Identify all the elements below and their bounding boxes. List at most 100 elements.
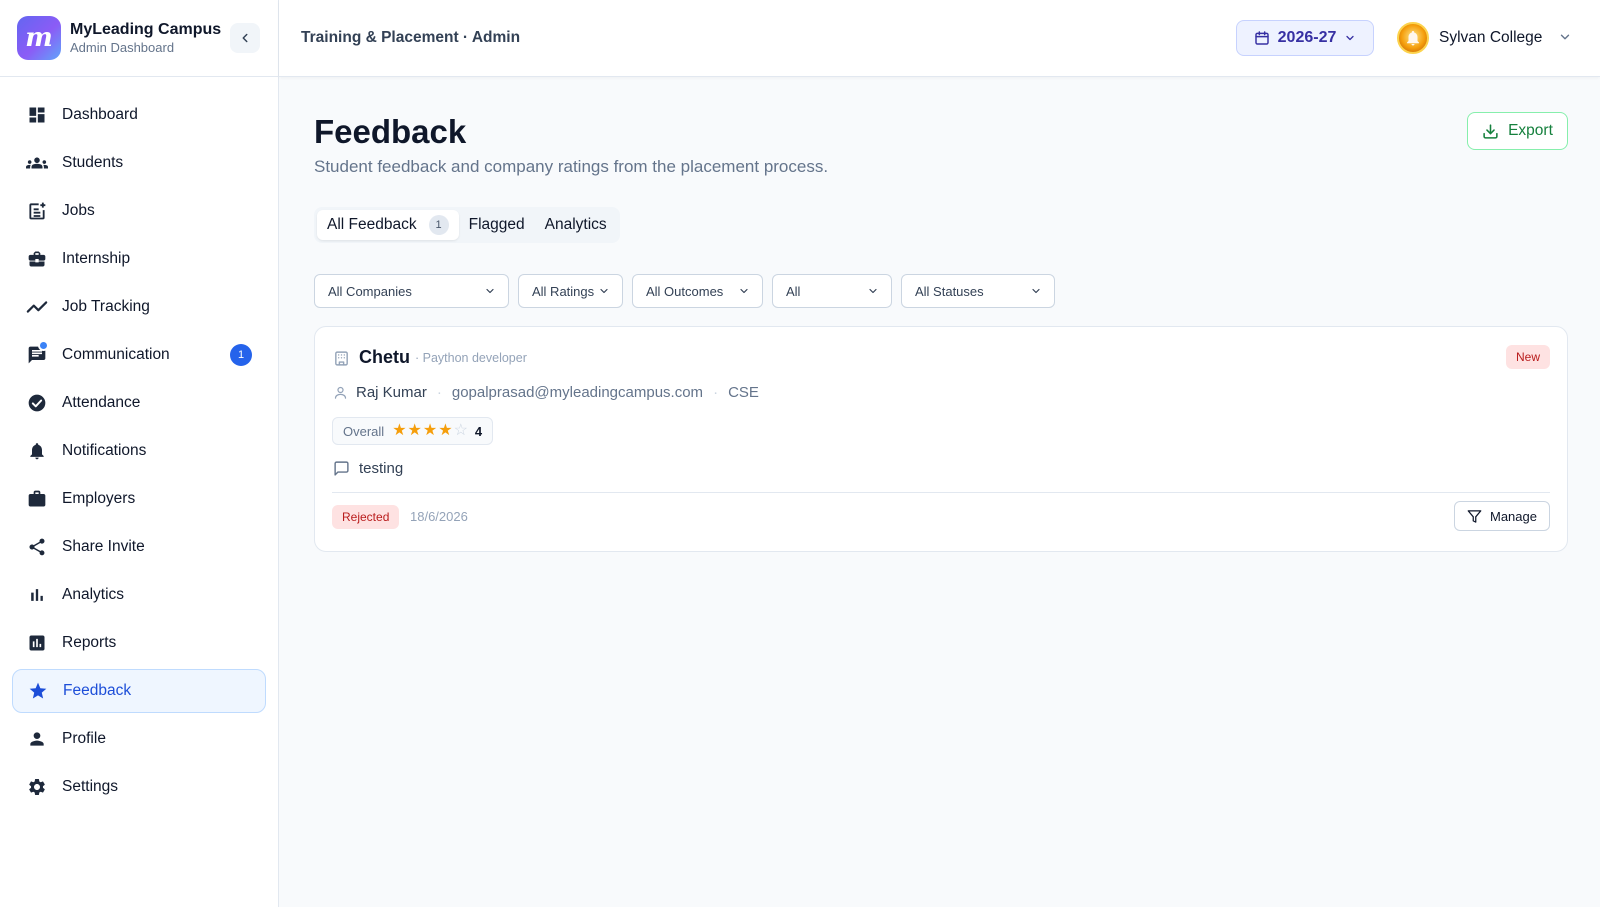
building-icon: [335, 351, 348, 366]
sidebar-item-analytics[interactable]: Analytics: [12, 573, 266, 617]
feedback-card: Chetu · Paython developer New Raj Kumar …: [314, 326, 1568, 552]
sidebar-item-label: Settings: [62, 778, 119, 795]
sidebar-item-reports[interactable]: Reports: [12, 621, 266, 665]
share-icon: [26, 536, 48, 558]
gear-icon: [26, 776, 48, 798]
user-icon: [334, 386, 347, 399]
sidebar-item-label: Reports: [62, 634, 117, 651]
sidebar-item-label: Employers: [62, 490, 136, 507]
sidebar-item-job-tracking[interactable]: Job Tracking: [12, 285, 266, 329]
rating-label: Overall: [343, 423, 385, 439]
page-subtitle: Student feedback and company ratings fro…: [314, 157, 829, 176]
status-filter-select[interactable]: All Statuses: [901, 274, 1055, 308]
app-logo: m: [17, 16, 61, 60]
sidebar-item-label: Attendance: [62, 394, 141, 411]
manage-button[interactable]: Manage: [1454, 501, 1550, 531]
select-value: All Statuses: [915, 283, 984, 299]
star-filled-icon: ★: [407, 422, 422, 439]
separator-dot: ·: [436, 384, 442, 401]
collapse-sidebar-button[interactable]: [230, 23, 260, 53]
chevron-down-icon: [1032, 288, 1040, 294]
sidebar-item-label: Feedback: [63, 682, 132, 699]
export-label: Export: [1508, 122, 1553, 139]
college-emblem-icon: [1407, 30, 1419, 46]
sidebar-item-label: Communication: [62, 346, 170, 363]
attendance-icon: [26, 392, 48, 414]
sidebar-item-communication[interactable]: Communication 1: [12, 333, 266, 377]
feedback-tabs: All Feedback 1 Flagged Analytics: [314, 207, 620, 243]
chevron-down-icon: [869, 288, 877, 294]
select-value: All Outcomes: [646, 283, 724, 299]
page-title: Feedback: [314, 113, 467, 150]
chevron-down-icon[interactable]: [1558, 30, 1572, 44]
star-filled-icon: ★: [438, 422, 453, 439]
sidebar-item-label: Job Tracking: [62, 298, 150, 315]
company-filter-select[interactable]: All Companies: [314, 274, 509, 308]
manage-label: Manage: [1490, 508, 1537, 524]
students-icon: [26, 152, 48, 174]
sidebar-item-label: Analytics: [62, 586, 125, 603]
sidebar-item-internship[interactable]: Internship: [12, 237, 266, 281]
sidebar-item-notifications[interactable]: Notifications: [12, 429, 266, 473]
export-button[interactable]: Export: [1467, 112, 1568, 150]
person-icon: [26, 728, 48, 750]
filter-bar: All Companies All Ratings All Outcomes A…: [314, 274, 1064, 308]
tab-label: Analytics: [544, 216, 607, 233]
sidebar-item-settings[interactable]: Settings: [12, 765, 266, 809]
unread-dot: [38, 340, 49, 351]
outcome-filter-select[interactable]: All Outcomes: [632, 274, 763, 308]
new-badge: New: [1505, 345, 1550, 369]
sidebar-item-label: Notifications: [62, 442, 147, 459]
jobs-icon: [26, 200, 48, 222]
tab-label: All Feedback: [327, 216, 417, 233]
chevron-left-icon: [242, 33, 248, 43]
tab-flagged[interactable]: Flagged: [459, 210, 535, 240]
card-divider: [332, 492, 1550, 493]
rating-filter-select[interactable]: All Ratings: [518, 274, 623, 308]
brand: m MyLeading Campus Admin Dashboard: [0, 0, 278, 77]
sidebar-item-students[interactable]: Students: [12, 141, 266, 185]
sidebar-item-dashboard[interactable]: Dashboard: [12, 93, 266, 137]
bell-icon: [26, 440, 48, 462]
job-role: · Paython developer: [415, 351, 527, 365]
tab-all-feedback[interactable]: All Feedback 1: [317, 210, 459, 240]
select-value: All Companies: [328, 283, 412, 299]
select-value: All: [786, 283, 801, 299]
select-value: All Ratings: [532, 283, 595, 299]
sidebar-item-label: Internship: [62, 250, 131, 267]
download-icon: [1483, 123, 1498, 139]
college-avatar[interactable]: [1397, 22, 1429, 54]
feedback-date: 18/6/2026: [410, 509, 468, 524]
filter-icon: [1467, 509, 1482, 523]
type-filter-select[interactable]: All: [772, 274, 892, 308]
sidebar-item-share-invite[interactable]: Share Invite: [12, 525, 266, 569]
communication-count-badge: 1: [230, 344, 252, 366]
tab-label: Flagged: [468, 216, 525, 233]
academic-year-selector[interactable]: 2026-27: [1236, 20, 1374, 56]
sidebar-item-attendance[interactable]: Attendance: [12, 381, 266, 425]
chevron-down-icon: [600, 288, 608, 294]
overall-rating: Overall ★ ★ ★ ★ ☆ 4: [332, 417, 494, 445]
academic-year-value: 2026-27: [1277, 29, 1337, 46]
breadcrumb: Training & Placement · Admin: [301, 29, 521, 46]
sidebar-item-employers[interactable]: Employers: [12, 477, 266, 521]
chevron-down-icon: [740, 288, 748, 294]
sidebar-item-jobs[interactable]: Jobs: [12, 189, 266, 233]
brand-text: MyLeading Campus Admin Dashboard: [70, 20, 221, 56]
tab-analytics[interactable]: Analytics: [535, 210, 617, 240]
chevron-down-icon: [1346, 35, 1355, 41]
tab-count-badge: 1: [428, 215, 449, 235]
sidebar-item-profile[interactable]: Profile: [12, 717, 266, 761]
internship-icon: [26, 248, 48, 270]
college-name[interactable]: Sylvan College: [1439, 29, 1542, 47]
status-badge: Rejected: [332, 505, 400, 529]
star-empty-icon: ☆: [453, 422, 468, 439]
student-department: CSE: [728, 384, 759, 401]
sidebar-item-label: Jobs: [62, 202, 95, 219]
star-filled-icon: ★: [392, 422, 407, 439]
sidebar-item-feedback[interactable]: Feedback: [12, 669, 266, 713]
rating-value: 4: [474, 423, 483, 439]
sidebar-item-label: Dashboard: [62, 106, 138, 123]
top-header: Training & Placement · Admin 2026-27 Syl…: [279, 0, 1600, 77]
brand-name: MyLeading Campus: [70, 21, 222, 38]
